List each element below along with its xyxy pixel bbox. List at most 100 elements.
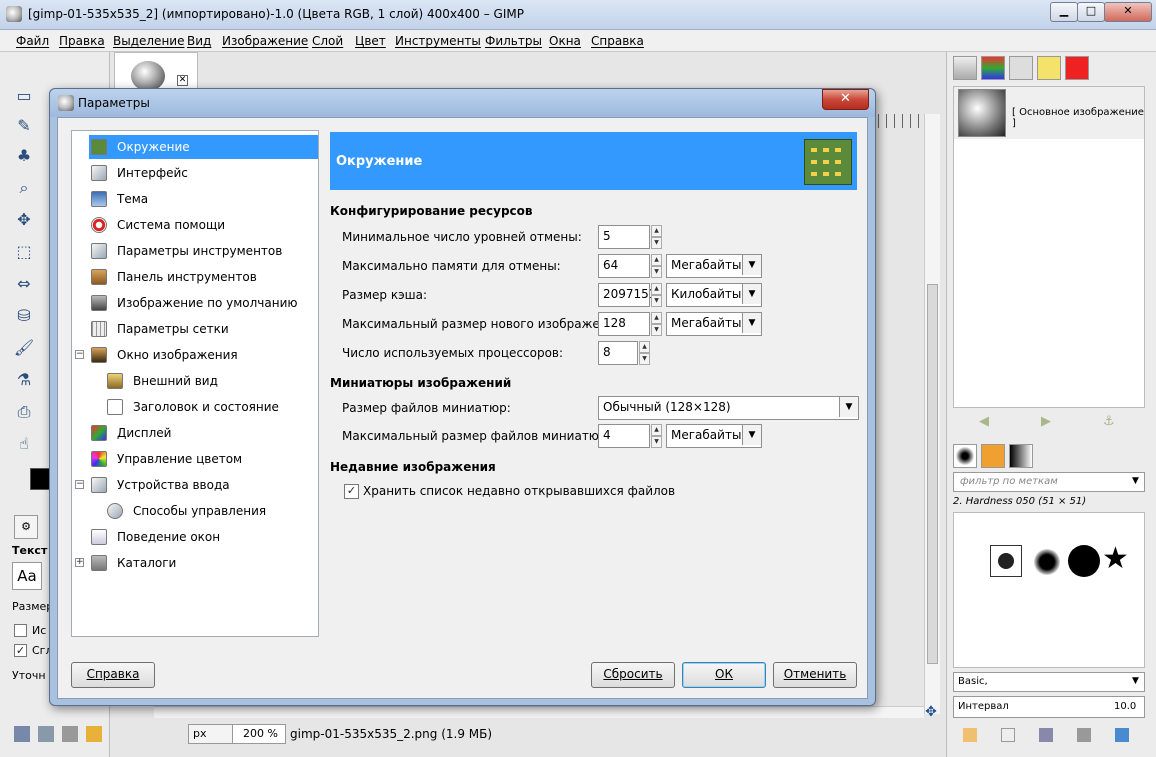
menu-select[interactable]: Выделение (113, 34, 184, 48)
undo-memory-spinbutton[interactable]: 64 ▲ ▼ (598, 254, 662, 278)
brush-icon[interactable]: 🖌 (12, 336, 36, 360)
tree-item-tool-options[interactable]: Параметры инструментов (89, 239, 318, 263)
paths-tab-icon[interactable] (1009, 56, 1033, 80)
option1-checkbox[interactable] (14, 624, 27, 637)
smudge-icon[interactable]: ☝ (12, 432, 36, 456)
thumbnail-max-spinbutton[interactable]: 4 ▲ ▼ (598, 424, 662, 448)
horizontal-scrollbar[interactable] (154, 706, 924, 718)
spin-up-icon[interactable]: ▲ (651, 312, 662, 324)
spin-down-icon[interactable]: ▼ (651, 237, 662, 249)
layers-tab-icon[interactable] (953, 56, 977, 80)
layer-row[interactable]: [ Основное изображение ] (954, 87, 1144, 139)
reset-icon[interactable] (86, 726, 102, 742)
menu-windows[interactable]: Окна (549, 34, 581, 48)
menu-layer[interactable]: Слой (312, 34, 343, 48)
interval-slider[interactable]: Интервал 10.0 (953, 696, 1145, 718)
trash-icon[interactable] (62, 726, 78, 742)
spin-down-icon[interactable]: ▼ (651, 266, 662, 278)
zoom-select[interactable]: 200 % (232, 724, 286, 744)
tree-item-input-controllers[interactable]: Способы управления (105, 499, 318, 523)
zoom-icon[interactable]: ⌕ (12, 176, 36, 200)
clone-icon[interactable]: ♣ (12, 144, 36, 168)
max-new-image-unit-select[interactable]: Мегабайты ▼ (666, 312, 762, 336)
spin-up-icon[interactable]: ▲ (651, 283, 662, 295)
save-icon[interactable] (14, 726, 30, 742)
move-icon[interactable]: ✥ (12, 208, 36, 232)
expand-icon[interactable]: + (75, 558, 84, 567)
tool-options-icon[interactable]: ⚙ (14, 515, 38, 539)
tree-item-environment[interactable]: Окружение (89, 135, 318, 159)
tree-item-help-system[interactable]: Система помощи (89, 213, 318, 237)
tree-item-display[interactable]: Дисплей (89, 421, 318, 445)
thumbnail-max-unit-select[interactable]: Мегабайты ▼ (666, 424, 762, 448)
max-new-image-spinbutton[interactable]: 128 ▲ ▼ (598, 312, 662, 336)
stamp-icon[interactable]: ⎙ (12, 400, 36, 424)
reset-button[interactable]: Сбросить (591, 662, 675, 688)
spin-down-icon[interactable]: ▼ (651, 436, 662, 448)
spin-up-icon[interactable]: ▲ (639, 341, 650, 353)
dialog-close-button[interactable]: ✕ (822, 89, 869, 110)
collapse-icon[interactable]: − (75, 480, 84, 489)
preset-select[interactable]: Basic, ▼ (953, 672, 1145, 692)
spin-up-icon[interactable]: ▲ (651, 254, 662, 266)
layer-down-icon[interactable]: ▶ (1041, 414, 1051, 429)
restore-icon[interactable] (38, 726, 54, 742)
cancel-button[interactable]: Отменить (773, 662, 857, 688)
scrollbar-thumb[interactable] (927, 284, 938, 664)
menu-view[interactable]: Вид (187, 34, 211, 48)
navigate-icon[interactable]: ✥ (922, 704, 940, 720)
tree-item-window-management[interactable]: Поведение окон (89, 525, 318, 549)
tree-item-toolbox[interactable]: Панель инструментов (89, 265, 318, 289)
layer-up-icon[interactable]: ◀ (979, 414, 989, 429)
keep-recent-label[interactable]: Хранить список недавно открывавшихся фай… (363, 484, 675, 498)
spin-down-icon[interactable]: ▼ (639, 353, 650, 365)
tab-close-icon[interactable]: ✕ (177, 75, 188, 86)
delete-brush-icon[interactable] (1077, 728, 1091, 742)
undo-tab-icon[interactable] (1037, 56, 1061, 80)
ok-button[interactable]: ОК (682, 662, 766, 688)
new-brush-icon[interactable] (1001, 728, 1015, 742)
rect-select-icon[interactable]: ▭ (12, 84, 36, 108)
spin-up-icon[interactable]: ▲ (651, 225, 662, 237)
menu-image[interactable]: Изображение (222, 34, 308, 48)
thumbnail-size-select[interactable]: Обычный (128×128) ▼ (598, 396, 859, 420)
brushes-tab-icon[interactable] (953, 444, 977, 468)
option2-checkbox[interactable]: ✓ (14, 644, 27, 657)
menu-filters[interactable]: Фильтры (485, 34, 542, 48)
menu-edit[interactable]: Правка (59, 34, 105, 48)
tree-item-input-devices[interactable]: − Устройства ввода (75, 473, 318, 497)
patterns-tab-icon[interactable] (981, 444, 1005, 468)
gradients-tab-icon[interactable] (1009, 444, 1033, 468)
menu-help[interactable]: Справка (591, 34, 644, 48)
tree-item-image-windows[interactable]: − Окно изображения (75, 343, 318, 367)
cache-unit-select[interactable]: Килобайты ▼ (666, 283, 762, 307)
spin-up-icon[interactable]: ▲ (651, 424, 662, 436)
undo-memory-unit-select[interactable]: Мегабайты ▼ (666, 254, 762, 278)
tree-item-folders[interactable]: + Каталоги (75, 551, 318, 575)
main-titlebar[interactable]: [gimp-01-535x535_2] (импортировано)-1.0 … (0, 0, 1156, 30)
unit-select[interactable]: px (188, 724, 234, 744)
edit-brush-icon[interactable] (963, 728, 977, 742)
category-tree[interactable]: Окружение Интерфейс Тема Система помощи … (71, 130, 319, 637)
airbrush-icon[interactable]: ⚗ (12, 368, 36, 392)
tree-item-title-status[interactable]: Заголовок и состояние (105, 395, 318, 419)
tree-item-interface[interactable]: Интерфейс (89, 161, 318, 185)
bucket-icon[interactable]: ⛁ (12, 304, 36, 328)
vertical-scrollbar[interactable] (924, 114, 940, 714)
menu-file[interactable]: Файл (16, 34, 49, 48)
refresh-icon[interactable] (1115, 728, 1129, 742)
brush-filter[interactable]: фильтр по меткам ▼ (953, 472, 1145, 492)
colors-tab-icon[interactable] (1065, 56, 1089, 80)
tree-item-appearance[interactable]: Внешний вид (105, 369, 318, 393)
maximize-button[interactable]: □ (1077, 2, 1105, 22)
tree-item-theme[interactable]: Тема (89, 187, 318, 211)
menu-colors[interactable]: Цвет (355, 34, 386, 48)
minimize-button[interactable]: ▁ (1050, 2, 1078, 22)
anchor-icon[interactable]: ⚓ (1103, 414, 1115, 429)
spin-down-icon[interactable]: ▼ (651, 324, 662, 336)
collapse-icon[interactable]: − (75, 350, 84, 359)
pencil-icon[interactable]: ✎ (12, 114, 36, 138)
align-icon[interactable]: ⬚ (12, 240, 36, 264)
menu-tools[interactable]: Инструменты (395, 34, 481, 48)
brush-grid[interactable]: ★ (953, 512, 1145, 668)
